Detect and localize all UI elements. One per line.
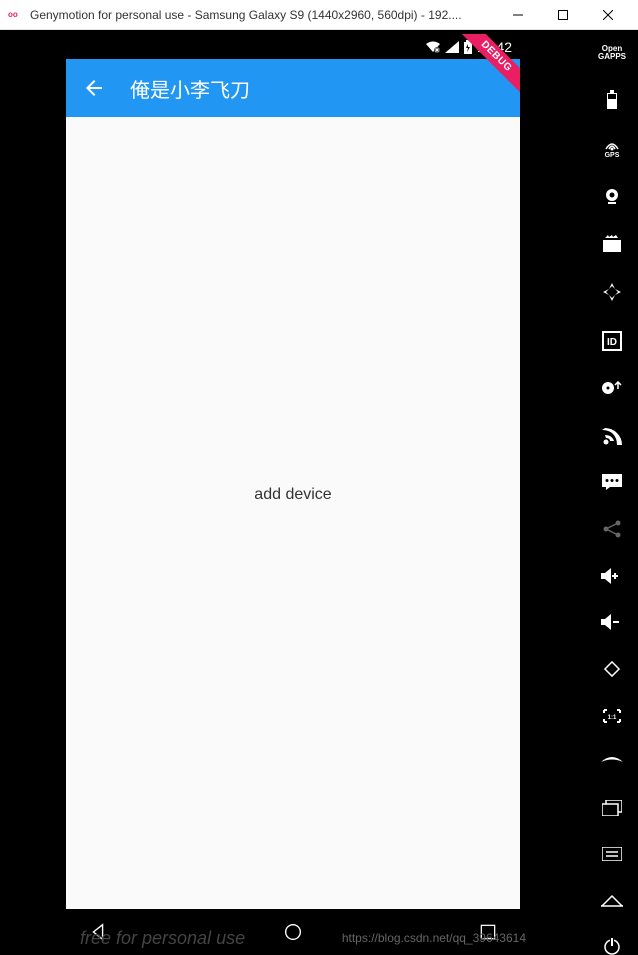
android-status-bar[interactable]: 12:42 bbox=[66, 34, 520, 59]
window-title: Genymotion for personal use - Samsung Ga… bbox=[30, 8, 495, 22]
app-content: add device bbox=[66, 117, 520, 912]
webcam-button[interactable] bbox=[600, 187, 624, 207]
volume-down-button[interactable] bbox=[600, 613, 624, 631]
watermark-personal-use: free for personal use bbox=[80, 928, 245, 949]
sms-button[interactable] bbox=[600, 473, 624, 491]
back-arrow-icon[interactable] bbox=[82, 76, 106, 100]
android-back-button[interactable] bbox=[600, 753, 624, 771]
wifi-icon bbox=[425, 41, 441, 53]
android-home-button[interactable] bbox=[600, 891, 624, 909]
watermark-csdn: https://blog.csdn.net/qq_39643614 bbox=[342, 931, 526, 945]
maximize-button[interactable] bbox=[540, 0, 585, 30]
app-bar: 俺是小李飞刀 bbox=[66, 59, 520, 117]
svg-text:1:1: 1:1 bbox=[608, 715, 617, 721]
close-button[interactable] bbox=[585, 0, 630, 30]
nav-home-button[interactable] bbox=[253, 909, 333, 955]
device-screen: DEBUG 12:42 bbox=[66, 34, 520, 912]
network-button[interactable] bbox=[600, 425, 624, 445]
window-titlebar: oo Genymotion for personal use - Samsung… bbox=[0, 0, 638, 30]
genymotion-sidebar: Open GAPPS GPS ID bbox=[586, 30, 638, 955]
emulator-container: DEBUG 12:42 bbox=[0, 30, 638, 955]
rotate-button[interactable] bbox=[600, 659, 624, 679]
genymotion-icon: oo bbox=[8, 7, 24, 23]
add-device-text[interactable]: add device bbox=[254, 486, 331, 504]
volume-up-button[interactable] bbox=[600, 567, 624, 585]
multi-touch-button[interactable] bbox=[600, 281, 624, 303]
android-menu-button[interactable] bbox=[600, 845, 624, 863]
app-bar-title: 俺是小李飞刀 bbox=[130, 74, 250, 103]
window-controls bbox=[495, 0, 630, 30]
power-button[interactable] bbox=[600, 937, 624, 955]
pixel-perfect-button[interactable]: 1:1 bbox=[600, 707, 624, 725]
minimize-button[interactable] bbox=[495, 0, 540, 30]
signal-icon bbox=[445, 41, 459, 53]
disk-io-button[interactable] bbox=[600, 379, 624, 397]
device-area: DEBUG 12:42 bbox=[0, 30, 586, 955]
svg-text:ID: ID bbox=[607, 337, 617, 348]
identifier-button[interactable]: ID bbox=[600, 331, 624, 351]
android-recent-button[interactable] bbox=[600, 799, 624, 817]
screencast-button[interactable] bbox=[600, 235, 624, 253]
gps-button[interactable]: GPS bbox=[600, 138, 624, 159]
battery-button[interactable] bbox=[600, 90, 624, 110]
share-button[interactable] bbox=[600, 519, 624, 539]
open-gapps-button[interactable]: Open GAPPS bbox=[600, 44, 624, 62]
